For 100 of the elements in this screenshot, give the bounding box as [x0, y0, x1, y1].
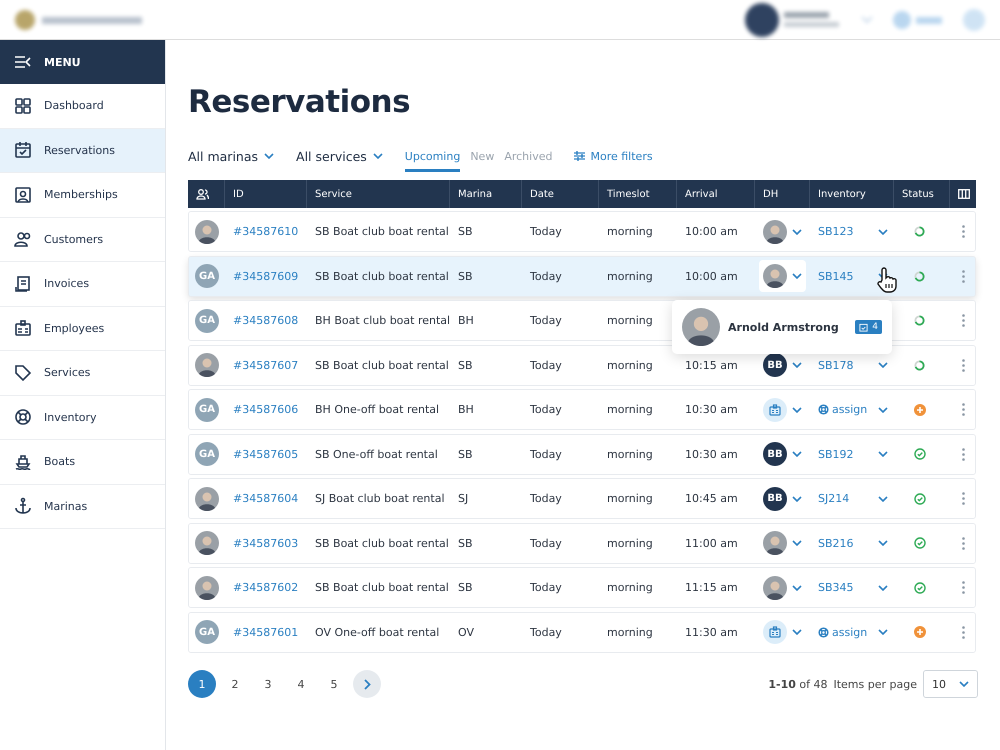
table-row[interactable]: GA #34587605 SB One-off boat rental SB Today morning 10:30 am BB SB192: [188, 434, 976, 474]
inventory-select[interactable]: SB216: [810, 536, 894, 550]
page-button[interactable]: 2: [221, 670, 249, 698]
badge-icon: [14, 319, 32, 338]
sidebar-item[interactable]: Employees: [0, 306, 165, 351]
dockhand-name: Arnold Armstrong: [728, 320, 840, 334]
table-cell-text: morning: [606, 225, 654, 238]
column-header: Marina: [458, 188, 492, 200]
sidebar-item[interactable]: Reservations: [0, 128, 165, 173]
page-button[interactable]: 4: [287, 670, 315, 698]
booking-count: 4: [855, 320, 882, 334]
table-cell-text: 10:15 am: [684, 358, 739, 372]
dockhand-select[interactable]: [759, 260, 806, 292]
filter-dropdown[interactable]: All marinas: [188, 148, 274, 164]
inventory-select[interactable]: SB123: [810, 225, 894, 238]
avatar-icon: [763, 531, 787, 555]
table-cell-text: morning: [606, 448, 654, 460]
next-page-button[interactable]: [353, 670, 381, 698]
logo-icon: [14, 8, 144, 32]
more-vertical-icon: [962, 403, 965, 416]
avatar-icon: [195, 353, 219, 377]
filter-tab[interactable]: Upcoming: [404, 144, 460, 172]
table-row[interactable]: #34587604 SJ Boat club boat rental SJ Today morning 10:45 am BB SJ214: [188, 478, 976, 519]
hand-cursor-icon: [876, 267, 898, 293]
table-cell-text: SB: [457, 225, 474, 238]
inventory-select[interactable]: SJ214: [810, 492, 894, 505]
table-cell-text: Today: [529, 448, 563, 460]
avatar-icon: [195, 531, 219, 555]
page-button[interactable]: 5: [320, 670, 348, 698]
initials-avatar: GA: [195, 308, 219, 332]
table-cell-text: Today: [529, 581, 563, 594]
inventory-select[interactable]: SB345: [810, 581, 894, 594]
sidebar-item[interactable]: Inventory: [0, 396, 165, 440]
table-cell-text: Today: [529, 314, 563, 327]
inventory-select[interactable]: SB192: [810, 448, 894, 460]
items-per-page-select[interactable]: 10: [923, 670, 978, 698]
anchor-icon: [14, 497, 32, 516]
page-button[interactable]: 1: [188, 670, 216, 698]
initials-avatar: BB: [763, 442, 787, 466]
boat-icon: [14, 452, 32, 471]
table-row[interactable]: #34587610 SB Boat club boat rental SB Today morning 10:00 am SB123: [188, 211, 976, 252]
reservation-id[interactable]: #34587608: [225, 314, 307, 327]
inventory-select[interactable]: assign: [810, 403, 894, 416]
tag-icon: [14, 364, 32, 382]
table-cell-text: 10:00 am: [684, 270, 739, 282]
dockhand-select[interactable]: BB: [759, 482, 806, 514]
dockhand-select[interactable]: BB: [759, 438, 806, 470]
reservation-id[interactable]: #34587606: [225, 403, 307, 416]
avatar-icon: [195, 220, 219, 244]
table-row[interactable]: #34587602 SB Boat club boat rental SB Today morning 11:15 am SB345: [188, 567, 976, 608]
reservation-id[interactable]: #34587603: [225, 536, 307, 550]
more-vertical-icon: [962, 581, 965, 594]
menu-bar[interactable]: MENU: [0, 40, 165, 84]
table-cell-text: SB: [457, 270, 474, 282]
table-row[interactable]: #34587603 SB Boat club boat rental SB Today morning 11:00 am SB216: [188, 522, 976, 564]
reservation-id[interactable]: #34587601: [225, 626, 307, 638]
sliders-icon: [574, 151, 586, 161]
table-row[interactable]: #34587607 SB Boat club boat rental SB Today morning 10:15 am BB SB178: [188, 344, 976, 386]
reservation-id[interactable]: #34587610: [225, 225, 307, 238]
table-cell-text: 10:30 am: [684, 448, 739, 460]
table-row[interactable]: GA #34587609 SB Boat club boat rental SB Today morning 10:00 am SB145: [188, 256, 976, 296]
reservation-id[interactable]: #34587605: [225, 448, 307, 460]
table-row[interactable]: GA #34587606 BH One-off boat rental BH Today morning 10:30 am assign: [188, 389, 976, 430]
table-cell-text: morning: [606, 536, 654, 550]
page-title: Reservations: [188, 84, 412, 120]
more-vertical-icon: [962, 448, 965, 460]
table-cell-text: OV One-off boat rental: [314, 626, 440, 638]
table-cell-text: 11:00 am: [684, 536, 739, 550]
table-cell-text: BH Boat club boat rental: [314, 314, 450, 327]
avatar-icon: [195, 576, 219, 600]
table-row[interactable]: GA #34587601 OV One-off boat rental OV Today morning 11:30 am assign: [188, 612, 976, 652]
table-cell-text: SB One-off boat rental: [314, 448, 439, 460]
table-cell-text: 11:15 am: [684, 581, 739, 594]
inventory-select[interactable]: assign: [810, 626, 894, 638]
avatar-icon: [682, 308, 720, 346]
table-cell-text: morning: [606, 358, 654, 372]
column-header: Timeslot: [607, 188, 650, 200]
table-cell-text: BH One-off boat rental: [314, 403, 440, 416]
more-filters-button[interactable]: More filters: [574, 150, 653, 162]
page-button[interactable]: 3: [254, 670, 282, 698]
users-icon: [14, 230, 32, 248]
reservation-id[interactable]: #34587607: [225, 358, 307, 372]
inventory-select[interactable]: SB178: [810, 358, 894, 372]
reservation-id[interactable]: #34587602: [225, 581, 307, 594]
table-cell-text: 11:30 am: [684, 626, 739, 638]
sidebar-item[interactable]: Marinas: [0, 484, 165, 529]
sidebar-item[interactable]: Customers: [0, 218, 165, 262]
table-cell-text: morning: [606, 626, 654, 638]
filter-dropdown[interactable]: All services: [296, 148, 383, 164]
reservation-id[interactable]: #34587609: [225, 270, 307, 282]
columns-icon[interactable]: [958, 189, 970, 199]
more-vertical-icon: [962, 626, 965, 638]
reservation-id[interactable]: #34587604: [225, 492, 307, 505]
items-per-page-label: Items per page: [833, 678, 917, 690]
table-cell-text: SB: [457, 536, 474, 550]
table-cell-text: 10:00 am: [684, 225, 739, 238]
grid-icon: [14, 96, 32, 115]
table-cell-text: morning: [606, 581, 654, 594]
invoice-icon: [14, 274, 32, 293]
users-icon: [196, 188, 209, 200]
